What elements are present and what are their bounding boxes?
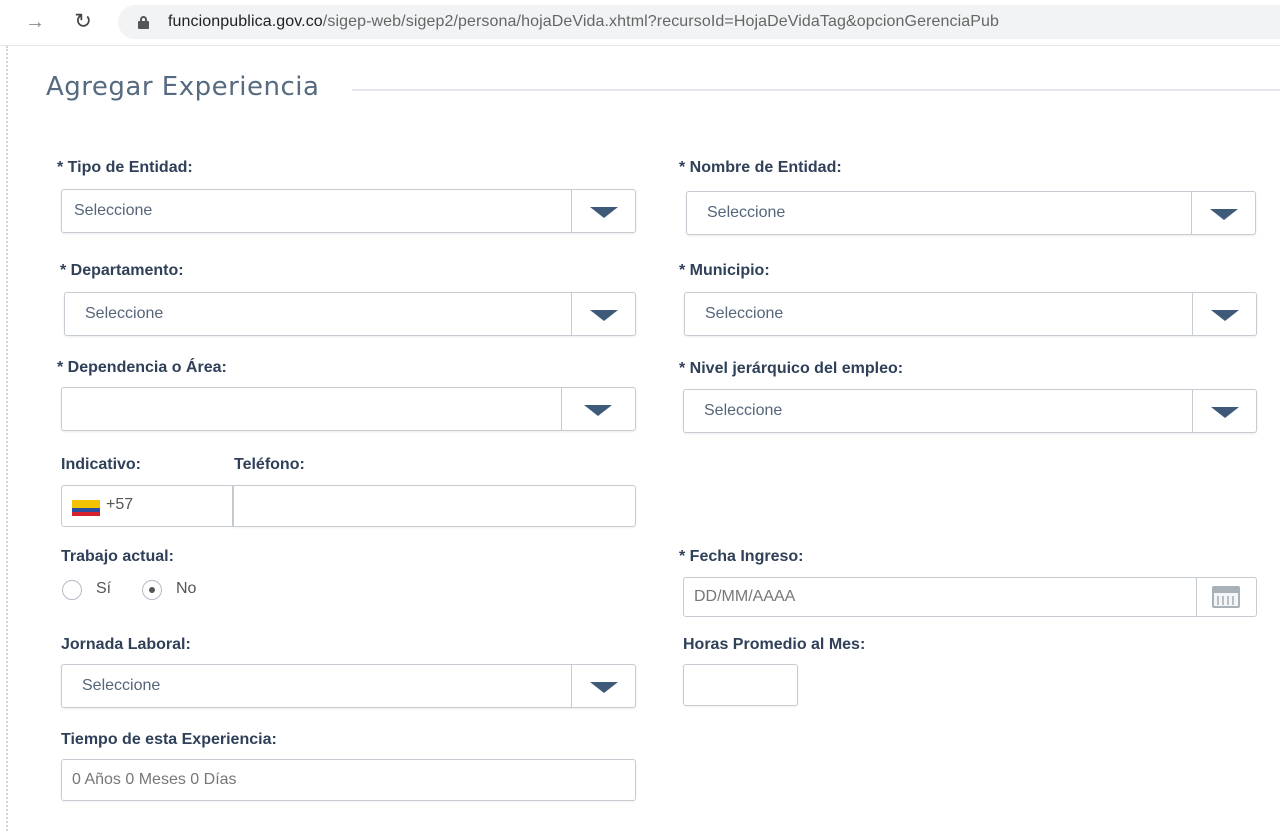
- departamento-select[interactable]: Seleccione: [64, 292, 636, 336]
- jornada-laboral-select[interactable]: Seleccione: [61, 664, 636, 708]
- horas-promedio-input[interactable]: [683, 664, 798, 706]
- tipo-entidad-dropdown-button[interactable]: [571, 190, 635, 232]
- chevron-down-icon: [1210, 209, 1238, 220]
- trabajo-actual-label: Trabajo actual:: [61, 548, 174, 565]
- chevron-down-icon: [1211, 310, 1239, 321]
- departamento-value: Seleccione: [85, 305, 164, 322]
- municipio-label: * Municipio:: [679, 262, 770, 279]
- nombre-entidad-dropdown-button[interactable]: [1191, 192, 1255, 234]
- tiempo-experiencia-value: 0 Años 0 Meses 0 Días: [72, 771, 237, 788]
- tiempo-experiencia-label: Tiempo de esta Experiencia:: [61, 731, 277, 748]
- reload-icon[interactable]: ↻: [70, 9, 96, 35]
- section-title: Agregar Experiencia: [46, 72, 320, 102]
- url-host: funcionpublica.gov.co: [168, 13, 323, 30]
- fecha-ingreso-placeholder: DD/MM/AAAA: [694, 588, 796, 605]
- horas-promedio-label: Horas Promedio al Mes:: [683, 636, 866, 653]
- jornada-laboral-label: Jornada Laboral:: [61, 636, 191, 653]
- address-bar[interactable]: funcionpublica.gov.co/sigep-web/sigep2/p…: [118, 5, 1280, 39]
- radio-label-no: No: [176, 580, 197, 597]
- page-left-edge: [6, 46, 8, 831]
- dependencia-dropdown-button[interactable]: [561, 388, 635, 430]
- indicativo-value: +57: [106, 496, 134, 513]
- dependencia-label: * Dependencia o Área:: [57, 359, 227, 376]
- chevron-down-icon: [584, 405, 612, 416]
- fecha-ingreso-calendar-button[interactable]: [1196, 578, 1256, 616]
- nombre-entidad-label: * Nombre de Entidad:: [679, 159, 842, 176]
- fecha-ingreso-label: * Fecha Ingreso:: [679, 548, 804, 565]
- nivel-jerarquico-label: * Nivel jerárquico del empleo:: [679, 360, 904, 377]
- browser-toolbar: → ↻ funcionpublica.gov.co/sigep-web/sige…: [0, 0, 1280, 46]
- forward-icon[interactable]: →: [22, 9, 48, 35]
- nombre-entidad-select[interactable]: Seleccione: [686, 191, 1256, 235]
- tiempo-experiencia-field: 0 Años 0 Meses 0 Días: [61, 759, 636, 801]
- calendar-icon: [1212, 586, 1240, 608]
- municipio-value: Seleccione: [705, 305, 784, 322]
- title-divider: [352, 89, 1280, 91]
- nivel-jerarquico-select[interactable]: Seleccione: [683, 389, 1257, 433]
- departamento-dropdown-button[interactable]: [571, 293, 635, 335]
- fecha-ingreso-input[interactable]: DD/MM/AAAA: [683, 577, 1257, 617]
- radio-label-si: Sí: [96, 580, 112, 597]
- indicativo-select[interactable]: +57: [61, 485, 233, 527]
- nombre-entidad-value: Seleccione: [707, 204, 786, 221]
- departamento-label: * Departamento:: [60, 262, 184, 279]
- url-text[interactable]: funcionpublica.gov.co/sigep-web/sigep2/p…: [168, 13, 999, 31]
- telefono-label: Teléfono:: [234, 456, 305, 473]
- municipio-dropdown-button[interactable]: [1192, 293, 1256, 335]
- telefono-input[interactable]: [233, 485, 636, 527]
- chevron-down-icon: [590, 310, 618, 321]
- tipo-entidad-select[interactable]: Seleccione: [61, 189, 636, 233]
- radio-checked-icon: [142, 580, 162, 600]
- chevron-down-icon: [590, 207, 618, 218]
- tipo-entidad-value: Seleccione: [74, 202, 153, 219]
- nivel-jerarquico-dropdown-button[interactable]: [1192, 390, 1256, 432]
- municipio-select[interactable]: Seleccione: [684, 292, 1257, 336]
- chevron-down-icon: [590, 682, 618, 693]
- jornada-laboral-value: Seleccione: [82, 677, 161, 694]
- lock-icon[interactable]: [138, 16, 149, 29]
- tipo-entidad-label: * Tipo de Entidad:: [57, 159, 193, 176]
- indicativo-label: Indicativo:: [61, 456, 142, 473]
- dependencia-select[interactable]: [61, 387, 636, 431]
- chevron-down-icon: [1211, 407, 1239, 418]
- nivel-jerarquico-value: Seleccione: [704, 402, 783, 419]
- radio-unchecked-icon: [62, 580, 82, 600]
- jornada-laboral-dropdown-button[interactable]: [571, 665, 635, 707]
- url-path: /sigep-web/sigep2/persona/hojaDeVida.xht…: [322, 13, 1000, 30]
- colombia-flag-icon: [72, 500, 100, 516]
